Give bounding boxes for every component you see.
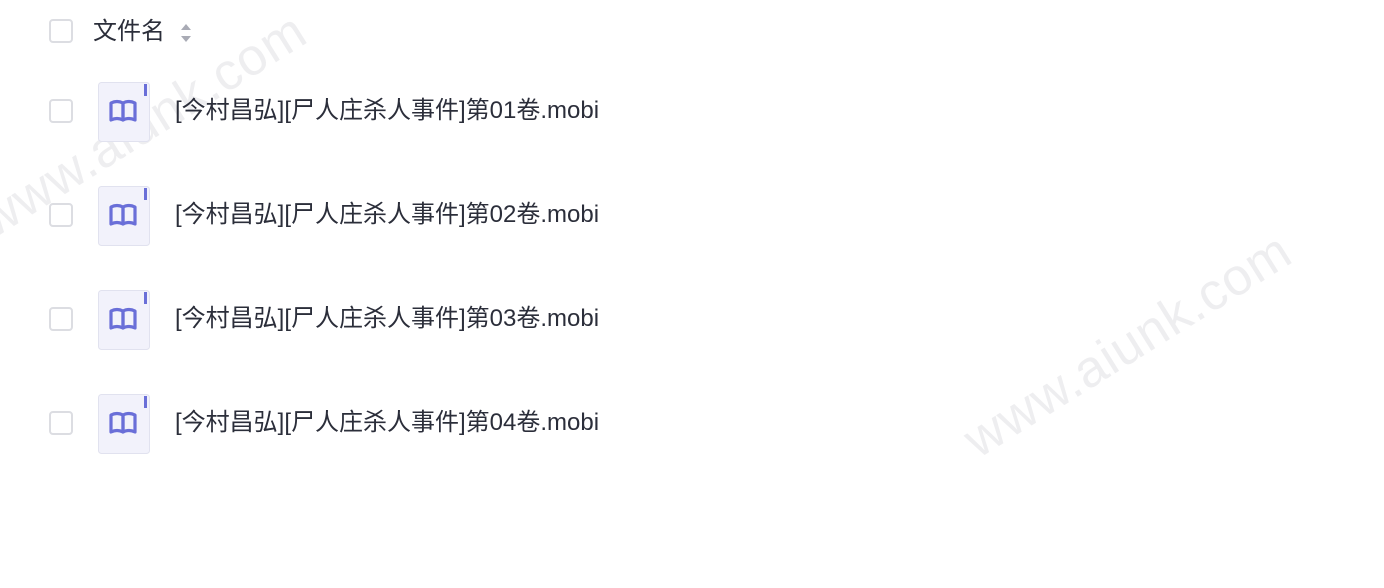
book-icon bbox=[98, 82, 150, 142]
file-list-page: www.aiunk.com www.aiunk.com 文件名 [今村昌弘][尸… bbox=[0, 0, 1384, 588]
sort-caret-icon[interactable] bbox=[179, 21, 193, 45]
watermark-2: www.aiunk.com bbox=[953, 221, 1302, 470]
row-checkbox-3[interactable] bbox=[49, 307, 73, 331]
row-checkbox-4[interactable] bbox=[49, 411, 73, 435]
book-icon bbox=[98, 186, 150, 246]
book-icon bbox=[98, 394, 150, 454]
row-checkbox-2[interactable] bbox=[49, 203, 73, 227]
file-name-1[interactable]: [今村昌弘][尸人庄杀人事件]第01卷.mobi bbox=[175, 95, 599, 127]
file-name-4[interactable]: [今村昌弘][尸人庄杀人事件]第04卷.mobi bbox=[175, 407, 599, 439]
row-checkbox-1[interactable] bbox=[49, 99, 73, 123]
book-icon bbox=[98, 290, 150, 350]
filename-column-header[interactable]: 文件名 bbox=[93, 16, 165, 48]
file-name-2[interactable]: [今村昌弘][尸人庄杀人事件]第02卷.mobi bbox=[175, 199, 599, 231]
file-name-3[interactable]: [今村昌弘][尸人庄杀人事件]第03卷.mobi bbox=[175, 303, 599, 335]
select-all-checkbox[interactable] bbox=[49, 19, 73, 43]
